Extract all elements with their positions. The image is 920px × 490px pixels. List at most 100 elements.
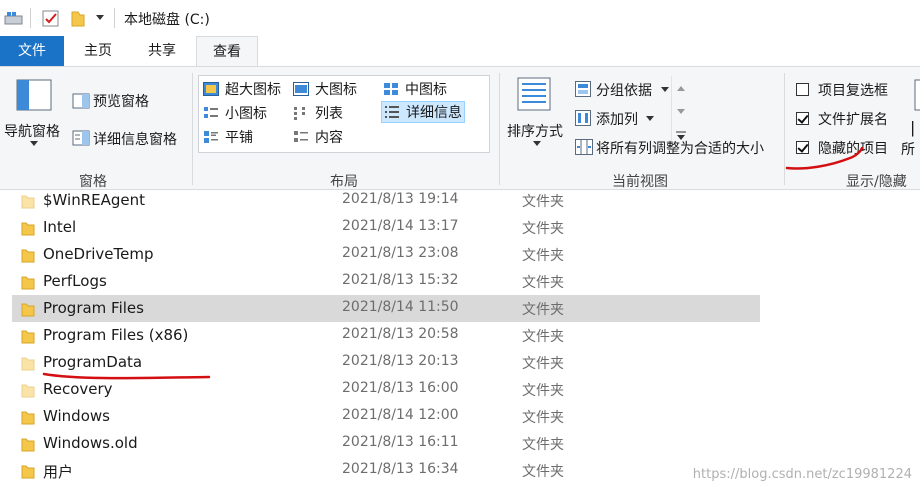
folder-icon xyxy=(21,276,35,290)
file-date: 2021/8/14 11:50 xyxy=(342,299,459,315)
hide-selected-icon xyxy=(914,79,920,111)
nav-pane-label: 导航窗格 xyxy=(4,124,60,140)
file-row[interactable]: PerfLogs 2021/8/13 15:32 文件夹 xyxy=(12,268,760,295)
folder-icon xyxy=(21,438,35,452)
layout-tiles[interactable]: 平铺 xyxy=(203,126,253,148)
file-name: Windows.old xyxy=(43,434,138,452)
drive-icon[interactable] xyxy=(4,10,24,26)
file-name: Intel xyxy=(43,218,77,236)
folder-icon xyxy=(21,195,35,209)
file-name: Windows xyxy=(43,407,110,425)
file-name: PerfLogs xyxy=(43,272,107,290)
file-date: 2021/8/14 12:00 xyxy=(342,407,459,423)
tab-view[interactable]: 查看 xyxy=(196,36,258,67)
file-date: 2021/8/13 19:14 xyxy=(342,191,459,207)
options-label-cut: 所 xyxy=(901,142,915,158)
file-type: 文件夹 xyxy=(522,194,564,210)
layout-small-icons[interactable]: 小图标 xyxy=(203,102,267,124)
tab-home[interactable]: 主页 xyxy=(70,36,126,66)
chevron-down-icon xyxy=(533,141,541,146)
scroll-down-icon[interactable] xyxy=(676,108,686,116)
scroll-up-icon[interactable] xyxy=(676,84,686,92)
quick-access-dropdown-icon[interactable] xyxy=(95,14,105,22)
file-row[interactable]: Program Files 2021/8/14 11:50 文件夹 xyxy=(12,295,760,322)
tab-file[interactable]: 文件 xyxy=(0,36,64,66)
group-label-show-hide: 显示/隐藏 xyxy=(846,174,907,190)
layout-item-label: 小图标 xyxy=(225,106,267,122)
group-by-label: 分组依据 xyxy=(596,83,652,99)
file-type: 文件夹 xyxy=(522,221,564,237)
small-icons-icon xyxy=(204,107,218,118)
file-extensions-checkbox[interactable] xyxy=(796,112,809,125)
file-row[interactable]: OneDriveTemp 2021/8/13 23:08 文件夹 xyxy=(12,241,760,268)
layout-extra-large-icons[interactable]: 超大图标 xyxy=(203,78,281,100)
title-separator xyxy=(114,8,115,28)
layout-item-label: 内容 xyxy=(315,130,343,146)
group-by-icon xyxy=(575,81,591,97)
file-row[interactable]: $WinREAgent 2021/8/13 19:14 文件夹 xyxy=(12,187,760,214)
layout-item-label: 大图标 xyxy=(315,82,357,98)
size-all-columns-label: 将所有列调整为合适的大小 xyxy=(596,141,764,157)
tab-share[interactable]: 共享 xyxy=(132,36,192,66)
folder-icon xyxy=(21,465,35,479)
sort-by-icon xyxy=(517,77,551,111)
layout-medium-icons[interactable]: 中图标 xyxy=(383,78,447,100)
large-icons-icon xyxy=(293,82,309,96)
content-icon xyxy=(294,131,308,142)
file-name: ProgramData xyxy=(43,353,143,371)
preview-pane-label: 预览窗格 xyxy=(93,94,149,110)
folder-icon xyxy=(21,303,35,317)
group-separator xyxy=(499,73,500,185)
layout-large-icons[interactable]: 大图标 xyxy=(293,78,357,100)
layout-gallery: 超大图标 大图标 中图标 小图标 列表 详细信息 平铺 内容 xyxy=(198,75,686,153)
folder-icon xyxy=(21,222,35,236)
file-date: 2021/8/13 16:34 xyxy=(342,461,459,477)
file-date: 2021/8/13 16:11 xyxy=(342,434,459,450)
layout-details[interactable]: 详细信息 xyxy=(381,101,465,123)
hide-selected-label: ▏ xyxy=(912,121,920,137)
details-pane-label: 详细信息窗格 xyxy=(93,132,177,148)
layout-item-label: 详细信息 xyxy=(406,105,462,121)
list-icon xyxy=(294,107,305,120)
file-extensions-label: 文件扩展名 xyxy=(818,112,888,128)
folder-icon xyxy=(21,411,35,425)
file-type: 文件夹 xyxy=(522,383,564,399)
file-type: 文件夹 xyxy=(522,410,564,426)
file-row[interactable]: Recovery 2021/8/13 16:00 文件夹 xyxy=(12,376,760,403)
chevron-down-icon xyxy=(30,141,38,146)
file-row[interactable]: Intel 2021/8/14 13:17 文件夹 xyxy=(12,214,760,241)
properties-icon[interactable] xyxy=(42,10,60,28)
navigation-pane-icon xyxy=(16,79,52,111)
watermark: https://blog.csdn.net/zc19981224 xyxy=(692,467,912,482)
layout-list[interactable]: 列表 xyxy=(293,102,343,124)
layout-item-label: 超大图标 xyxy=(225,82,281,98)
new-folder-icon[interactable] xyxy=(70,10,86,28)
file-type: 文件夹 xyxy=(522,437,564,453)
file-date: 2021/8/14 13:17 xyxy=(342,218,459,234)
file-date: 2021/8/13 23:08 xyxy=(342,245,459,261)
file-type: 文件夹 xyxy=(522,464,564,480)
file-row[interactable]: Windows 2021/8/14 12:00 文件夹 xyxy=(12,403,760,430)
window-title: 本地磁盘 (C:) xyxy=(124,12,210,28)
title-bar: 本地磁盘 (C:) xyxy=(0,0,920,36)
layout-content[interactable]: 内容 xyxy=(293,126,343,148)
layout-item-label: 列表 xyxy=(315,106,343,122)
hidden-items-label: 隐藏的项目 xyxy=(818,141,888,157)
file-name: Program Files (x86) xyxy=(43,326,189,344)
file-row[interactable]: Windows.old 2021/8/13 16:11 文件夹 xyxy=(12,430,760,457)
file-type: 文件夹 xyxy=(522,356,564,372)
layout-item-label: 平铺 xyxy=(225,130,253,146)
layout-item-label: 中图标 xyxy=(405,82,447,98)
file-row[interactable]: 用户 2021/8/13 16:34 文件夹 xyxy=(12,457,760,484)
title-separator xyxy=(30,8,31,28)
group-separator xyxy=(784,73,785,185)
file-row[interactable]: Program Files (x86) 2021/8/13 20:58 文件夹 xyxy=(12,322,760,349)
file-name: Program Files xyxy=(43,299,144,317)
hidden-items-checkbox[interactable] xyxy=(796,141,809,154)
chevron-down-icon xyxy=(646,116,654,121)
file-row[interactable]: ProgramData 2021/8/13 20:13 文件夹 xyxy=(12,349,760,376)
size-columns-icon xyxy=(575,139,593,155)
item-checkboxes-checkbox[interactable] xyxy=(796,83,809,96)
file-date: 2021/8/13 20:13 xyxy=(342,353,459,369)
details-icon xyxy=(385,106,399,118)
